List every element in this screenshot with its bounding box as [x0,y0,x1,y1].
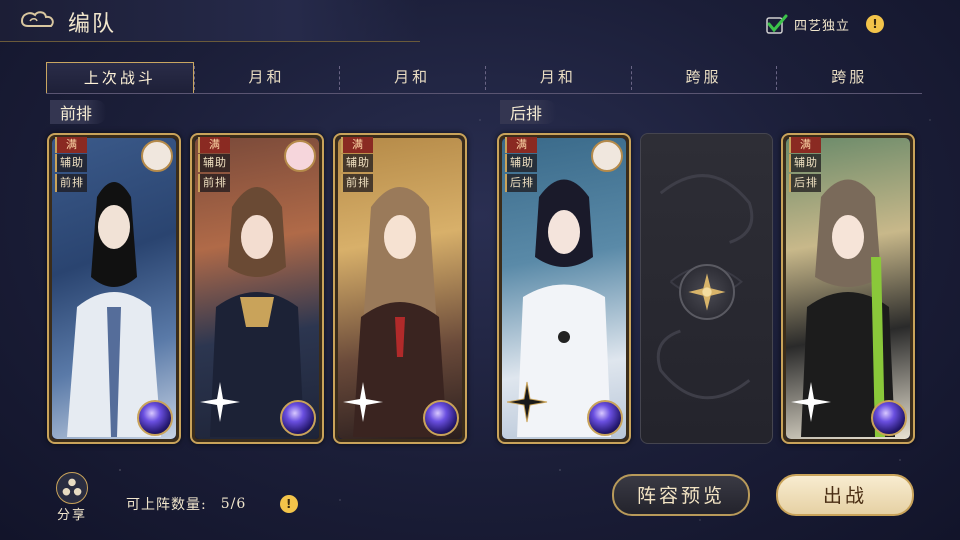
header: 编队 四艺独立 ! [0,0,960,44]
role-tag: 辅助 [55,154,87,172]
max-level-badge: 满 [341,137,373,153]
share-icon [56,472,88,504]
row-tag: 后排 [789,174,821,192]
page-title: 编队 [68,12,117,37]
pig-pet-icon [284,140,316,172]
front-row-label: 前排 [50,100,107,124]
capacity-label: 可上阵数量: [126,497,207,513]
deploy-button[interactable]: 出战 [776,474,914,516]
cat-pet-icon [141,140,173,172]
lineup-preview-button[interactable]: 阵容预览 [612,474,750,516]
empty-slot[interactable] [640,133,773,444]
role-tag: 辅助 [198,154,230,172]
role-tag: 辅助 [505,154,537,172]
character-card[interactable]: 满 辅助 前排 [47,133,181,444]
team-tabs: 上次战斗 月和 月和 月和 跨服 跨服 [46,62,922,94]
tab-team-5[interactable]: 跨服 [630,62,777,93]
spirit-orb-icon [280,400,316,436]
sparkle-icon [200,382,240,422]
check-icon[interactable] [766,14,788,34]
add-member-emblem[interactable] [679,264,735,320]
tab-last-battle[interactable]: 上次战斗 [46,62,194,93]
info-icon[interactable]: ! [280,495,299,513]
tab-team-4[interactable]: 月和 [485,62,631,93]
gold-flower-icon [688,273,726,311]
spirit-orb-icon [137,400,173,436]
independent-toggle[interactable]: 四艺独立 ! [766,14,885,34]
spirit-orb-icon [587,400,623,436]
tab-team-6[interactable]: 跨服 [776,62,922,93]
max-level-badge: 满 [198,137,230,153]
role-tag: 辅助 [341,154,373,172]
sparkle-icon [791,382,831,422]
tab-team-3[interactable]: 月和 [339,62,485,93]
independent-label: 四艺独立 [794,18,851,34]
back-cloud-icon[interactable] [18,8,58,34]
spirit-orb-icon [871,400,907,436]
share-label: 分享 [56,508,87,523]
character-figure [67,182,161,437]
sparkle-icon [507,381,548,423]
max-level-badge: 满 [505,137,537,153]
sparkle-icon [343,382,383,422]
character-card[interactable]: 满 辅助 后排 [497,133,631,444]
max-level-badge: 满 [789,137,821,153]
tab-team-2[interactable]: 月和 [193,62,340,93]
header-bar [0,0,420,42]
character-card[interactable]: 满 辅助 前排 [190,133,324,444]
back-row-label: 后排 [500,100,557,124]
cat-pet-icon [591,140,623,172]
share-button[interactable]: 分享 [52,472,92,523]
row-tag: 前排 [341,174,373,192]
character-card[interactable]: 满 辅助 前排 [333,133,467,444]
role-tag: 辅助 [789,154,821,172]
max-level-badge: 满 [55,137,87,153]
capacity-value: 5/6 [220,496,247,512]
info-icon[interactable]: ! [866,15,885,33]
capacity-info: 可上阵数量: 5/6 ! [126,494,299,514]
spirit-orb-icon [423,400,459,436]
row-tag: 前排 [55,174,87,192]
row-tag: 前排 [198,174,230,192]
row-tag: 后排 [505,174,537,192]
character-card[interactable]: 满 辅助 后排 [781,133,915,444]
